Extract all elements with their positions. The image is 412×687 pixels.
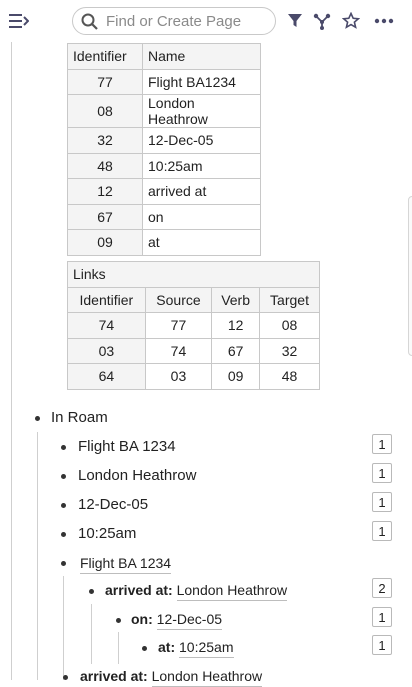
table-cell: Flight BA1234 <box>142 68 261 95</box>
table-row: 09 at <box>67 229 261 256</box>
reference-count-badge[interactable]: 1 <box>372 521 392 541</box>
scrollbar-handle[interactable] <box>408 196 412 356</box>
table-header-cell: Identifier <box>67 43 143 70</box>
outline-item-text[interactable]: 10:25am <box>78 525 136 542</box>
table-cell: 48 <box>259 363 320 390</box>
table-header-row: Identifier Name <box>67 43 261 70</box>
table-cell: 03 <box>67 337 146 364</box>
page-reference[interactable]: Flight BA 1234 <box>80 555 172 574</box>
links-table: Links Identifier Source Verb Target 74 7… <box>67 261 320 390</box>
outline-item-text[interactable]: Flight BA 1234 <box>80 555 172 574</box>
outline-guide-line <box>118 632 119 664</box>
outline-item-text[interactable]: 12-Dec-05 <box>78 496 148 513</box>
bullet[interactable] <box>116 618 121 623</box>
bullet[interactable] <box>142 646 147 651</box>
table-cell: 12 <box>67 178 143 205</box>
table-title-row: Links <box>67 261 320 288</box>
table-header-cell: Source <box>144 286 213 313</box>
table-cell: London Heathrow <box>142 94 261 128</box>
graph-icon[interactable] <box>313 12 331 30</box>
reference-count-badge[interactable]: 1 <box>372 492 392 512</box>
table-cell: 48 <box>67 152 143 179</box>
table-cell: 09 <box>211 363 261 390</box>
bullet[interactable] <box>61 503 66 508</box>
bullet[interactable] <box>63 675 68 680</box>
table-row: 03 74 67 32 <box>67 337 320 364</box>
table-row: 64 03 09 48 <box>67 363 320 390</box>
table-cell: 32 <box>67 127 143 154</box>
table-header-row: Identifier Source Verb Target <box>67 286 320 313</box>
table-cell: 67 <box>211 337 261 364</box>
table-cell: on <box>142 203 261 230</box>
outline-root-text[interactable]: In Roam <box>51 409 108 426</box>
table-cell: 08 <box>259 312 320 339</box>
table-cell: 03 <box>144 363 213 390</box>
star-icon[interactable] <box>342 12 360 30</box>
table-cell: 64 <box>67 363 146 390</box>
reference-count-badge[interactable]: 1 <box>372 635 392 655</box>
table-cell: 74 <box>67 312 146 339</box>
table-cell: 12 <box>211 312 261 339</box>
outline-guide-line <box>63 576 64 680</box>
table-row: 08 London Heathrow <box>67 94 261 128</box>
table-title: Links <box>67 261 320 288</box>
table-row: 74 77 12 08 <box>67 312 320 339</box>
search-input[interactable] <box>104 11 268 31</box>
reference-count-badge[interactable]: 1 <box>372 607 392 627</box>
bullet[interactable] <box>61 532 66 537</box>
outline-item-text[interactable]: London Heathrow <box>78 467 196 484</box>
reference-count-badge[interactable]: 1 <box>372 434 392 454</box>
table-cell: 77 <box>67 68 143 95</box>
filter-icon[interactable] <box>286 12 304 30</box>
bullet[interactable] <box>89 589 94 594</box>
bullet[interactable] <box>35 416 40 421</box>
top-bar <box>0 0 412 42</box>
table-row: 32 12-Dec-05 <box>67 127 261 154</box>
attribute-label[interactable]: on: <box>131 611 153 627</box>
outline-item-text[interactable]: on: 12-Dec-05 <box>131 611 223 630</box>
page-reference[interactable]: London Heathrow <box>176 582 288 601</box>
table-row: 12 arrived at <box>67 178 261 205</box>
outline-guide-line <box>11 42 12 680</box>
table-row: 77 Flight BA1234 <box>67 68 261 95</box>
page-reference[interactable]: 10:25am <box>179 639 234 658</box>
identifier-name-table: Identifier Name 77 Flight BA1234 08 Lond… <box>67 43 261 256</box>
outline-item-text[interactable]: arrived at: London Heathrow <box>105 582 288 601</box>
table-header-cell: Name <box>142 43 261 70</box>
menu-toggle-icon[interactable] <box>9 12 29 30</box>
table-cell: arrived at <box>142 178 261 205</box>
outline-item-text[interactable]: at: 10:25am <box>158 639 234 658</box>
table-cell: 32 <box>259 337 320 364</box>
search-icon <box>81 13 98 30</box>
page-reference[interactable]: 12-Dec-05 <box>156 611 223 630</box>
attribute-label[interactable]: arrived at: <box>80 668 148 684</box>
table-cell: 67 <box>67 203 143 230</box>
outline-item-text[interactable]: arrived at: London Heathrow <box>80 668 263 687</box>
attribute-label[interactable]: arrived at: <box>105 582 173 598</box>
bullet[interactable] <box>61 561 66 566</box>
table-cell: 12-Dec-05 <box>142 127 261 154</box>
reference-count-badge[interactable]: 1 <box>372 463 392 483</box>
page-reference[interactable]: London Heathrow <box>151 668 263 687</box>
bullet[interactable] <box>61 474 66 479</box>
table-header-cell: Verb <box>211 286 261 313</box>
table-row: 48 10:25am <box>67 152 261 179</box>
table-header-cell: Identifier <box>67 286 146 313</box>
table-cell: 10:25am <box>142 152 261 179</box>
outline-guide-line <box>91 604 92 664</box>
search-box[interactable] <box>72 7 276 35</box>
reference-count-badge[interactable]: 2 <box>372 578 392 598</box>
table-header-cell: Target <box>259 286 320 313</box>
table-cell: 77 <box>144 312 213 339</box>
more-icon[interactable] <box>374 12 394 30</box>
table-cell: 09 <box>67 229 143 256</box>
table-row: 67 on <box>67 203 261 230</box>
attribute-label[interactable]: at: <box>158 639 175 655</box>
table-cell: 08 <box>67 94 143 128</box>
table-cell: at <box>142 229 261 256</box>
outline-guide-line <box>37 432 38 680</box>
bullet[interactable] <box>61 445 66 450</box>
table-cell: 74 <box>144 337 213 364</box>
outline-item-text[interactable]: Flight BA 1234 <box>78 438 176 455</box>
